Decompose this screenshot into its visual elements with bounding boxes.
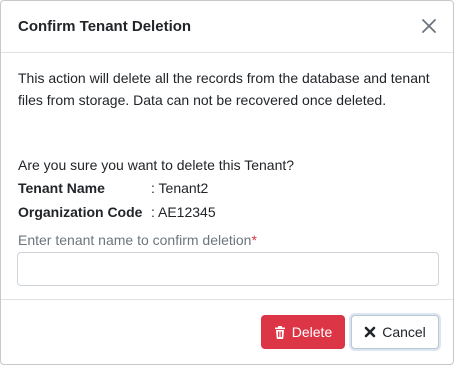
cancel-button[interactable]: Cancel xyxy=(351,315,439,349)
trash-icon xyxy=(274,325,286,339)
confirm-input-label: Enter tenant name to confirm deletion* xyxy=(18,230,257,250)
confirm-tenant-deletion-dialog: Confirm Tenant Deletion This action will… xyxy=(0,0,454,365)
delete-button-label: Delete xyxy=(291,324,333,340)
required-mark: * xyxy=(251,232,257,248)
organization-code-row: Organization Code : AE12345 xyxy=(18,202,318,222)
tenant-name-confirm-input[interactable] xyxy=(17,252,439,286)
cancel-button-label: Cancel xyxy=(382,324,426,340)
tenant-name-row: Tenant Name : Tenant2 xyxy=(18,178,318,198)
x-icon xyxy=(364,326,376,338)
tenant-name-value: : Tenant2 xyxy=(151,180,209,196)
footer-divider xyxy=(1,299,453,300)
close-button[interactable] xyxy=(419,16,439,36)
organization-code-value: : AE12345 xyxy=(151,204,216,220)
confirm-label-text: Enter tenant name to confirm deletion xyxy=(18,232,252,248)
tenant-name-label: Tenant Name xyxy=(18,180,105,196)
close-icon xyxy=(422,19,436,33)
confirmation-question: Are you sure you want to delete this Ten… xyxy=(18,157,295,173)
dialog-header: Confirm Tenant Deletion xyxy=(1,1,453,53)
delete-button[interactable]: Delete xyxy=(261,315,345,349)
organization-code-label: Organization Code xyxy=(18,204,143,220)
dialog-title: Confirm Tenant Deletion xyxy=(18,18,192,35)
deletion-warning-message: This action will delete all the records … xyxy=(18,70,430,108)
